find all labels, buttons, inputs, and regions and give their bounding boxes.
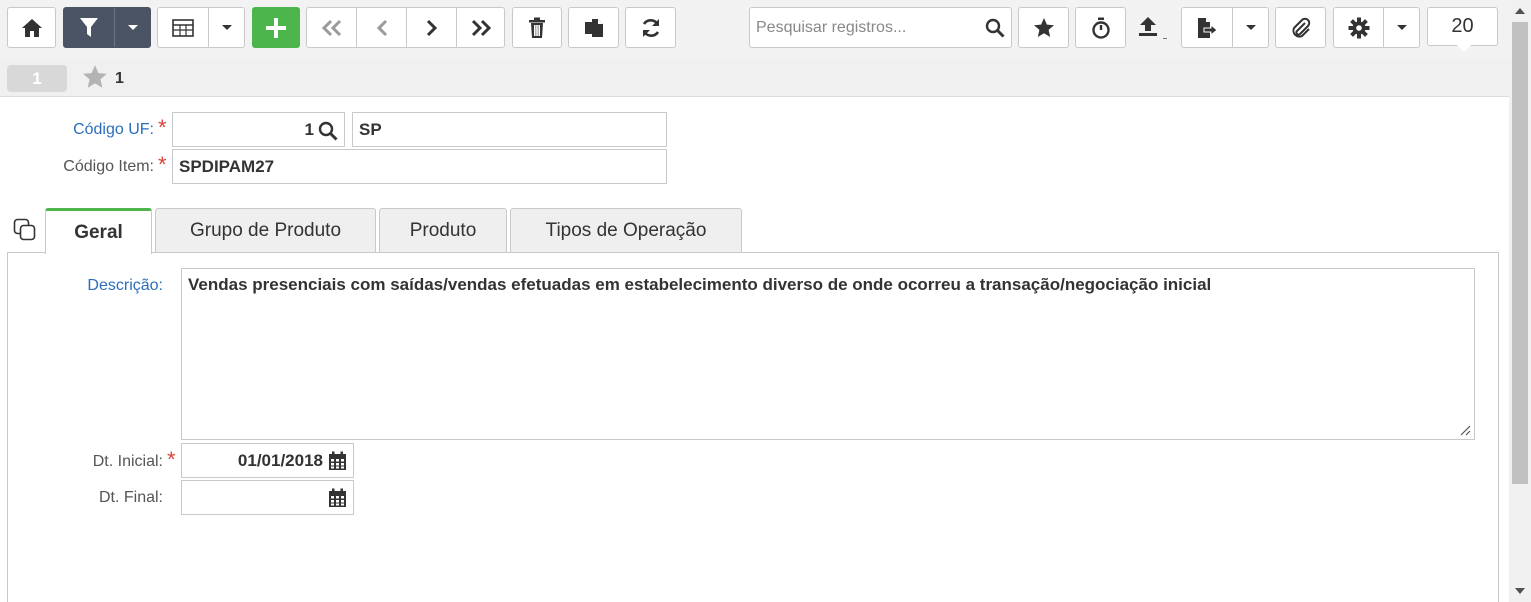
- tab-grupo-de-produto[interactable]: Grupo de Produto: [155, 208, 376, 253]
- home-icon: [21, 18, 42, 37]
- table-icon: [172, 18, 194, 37]
- double-chevron-left-icon: [321, 19, 341, 36]
- favorite-button[interactable]: [1018, 7, 1069, 48]
- double-chevron-right-icon: [471, 19, 492, 36]
- tab-geral[interactable]: Geral: [45, 208, 152, 254]
- codigo-uf-value: 1: [304, 119, 314, 139]
- codigo-uf-description-value: SP: [359, 119, 382, 139]
- duplicate-button[interactable]: [568, 7, 619, 48]
- first-record-button[interactable]: [307, 8, 356, 47]
- settings-button-group: [1333, 7, 1420, 48]
- filter-button[interactable]: [64, 8, 114, 47]
- stopwatch-icon: [1091, 17, 1110, 39]
- caret-down-icon: [1397, 25, 1407, 30]
- filter-button-group: [63, 7, 151, 48]
- codigo-uf-description: SP: [352, 112, 667, 147]
- vertical-scrollbar[interactable]: [1509, 0, 1531, 602]
- dt-inicial-required-star: *: [167, 447, 176, 472]
- paperclip-icon: [1291, 17, 1310, 38]
- calendar-icon[interactable]: [328, 488, 347, 508]
- upload-button[interactable]: [1130, 7, 1176, 48]
- gear-icon: [1348, 17, 1369, 38]
- home-button[interactable]: [7, 7, 56, 48]
- filter-menu-button[interactable]: [115, 8, 151, 47]
- scrollbar-thumb[interactable]: [1512, 22, 1528, 484]
- add-button[interactable]: [252, 7, 300, 48]
- page-size-pointer: [1457, 45, 1471, 52]
- settings-button[interactable]: [1334, 8, 1383, 47]
- tab-produto[interactable]: Produto: [379, 208, 507, 253]
- dt-final-label: Dt. Final:: [98, 489, 163, 506]
- search-icon[interactable]: [318, 121, 338, 141]
- export-menu-button[interactable]: [1233, 8, 1269, 47]
- dt-final-field[interactable]: [181, 480, 354, 515]
- attach-button[interactable]: [1275, 7, 1326, 48]
- favorite-star-icon[interactable]: [82, 64, 108, 89]
- refresh-icon: [642, 18, 659, 37]
- tab-tipos-de-operacao[interactable]: Tipos de Operação: [510, 208, 742, 253]
- scroll-up-arrow-icon[interactable]: [1515, 8, 1525, 14]
- refresh-button[interactable]: [625, 7, 676, 48]
- chevron-right-icon: [426, 19, 437, 36]
- record-navigation: [306, 7, 505, 48]
- export-button[interactable]: [1182, 8, 1232, 47]
- copy-icon: [584, 18, 603, 37]
- caret-down-icon: [128, 25, 138, 30]
- dt-inicial-field[interactable]: 01/01/2018: [181, 443, 354, 478]
- chevron-left-icon: [376, 19, 387, 36]
- search-icon[interactable]: [985, 18, 1005, 38]
- file-export-icon: [1198, 17, 1218, 38]
- caret-down-icon: [1246, 25, 1256, 30]
- search-box: [749, 7, 1012, 48]
- export-button-group: [1181, 7, 1269, 48]
- codigo-item-field[interactable]: SPDIPAM27: [172, 149, 667, 184]
- plus-icon: [266, 17, 286, 38]
- timer-button[interactable]: [1075, 7, 1126, 48]
- dt-inicial-value: 01/01/2018: [237, 450, 323, 470]
- resize-handle-icon[interactable]: [1459, 424, 1471, 436]
- calendar-icon[interactable]: [328, 451, 347, 471]
- search-input[interactable]: [750, 9, 975, 46]
- delete-button[interactable]: [512, 7, 562, 48]
- record-number-badge[interactable]: 1: [7, 65, 67, 92]
- descricao-label[interactable]: Descrição:: [87, 277, 163, 295]
- toolbar: 20: [0, 0, 1509, 59]
- scroll-down-arrow-icon[interactable]: [1515, 588, 1525, 594]
- codigo-uf-field[interactable]: 1: [172, 112, 345, 147]
- grid-view-button-group: [157, 7, 245, 48]
- grid-menu-button[interactable]: [209, 8, 245, 47]
- caret-down-icon: [222, 25, 232, 30]
- trash-icon: [529, 17, 545, 38]
- page-size-selector[interactable]: 20: [1427, 7, 1498, 46]
- last-record-button[interactable]: [457, 8, 505, 47]
- previous-record-button[interactable]: [357, 8, 406, 47]
- record-bar: [0, 59, 1509, 97]
- codigo-uf-label[interactable]: Código UF:: [73, 121, 154, 139]
- codigo-item-label: Código Item:: [63, 158, 154, 175]
- settings-menu-button[interactable]: [1384, 8, 1420, 47]
- descricao-value: Vendas presenciais com saídas/vendas efe…: [188, 275, 1212, 294]
- filter-icon: [80, 17, 98, 37]
- codigo-item-value: SPDIPAM27: [179, 156, 275, 176]
- star-icon: [1033, 18, 1054, 37]
- next-record-button[interactable]: [407, 8, 456, 47]
- codigo-uf-required-star: *: [158, 115, 167, 140]
- dt-inicial-label: Dt. Inicial:: [92, 453, 163, 470]
- copy-tabs-icon[interactable]: [13, 218, 37, 242]
- codigo-item-required-star: *: [158, 152, 167, 177]
- descricao-textarea[interactable]: Vendas presenciais com saídas/vendas efe…: [181, 268, 1475, 440]
- favorite-count: 1: [115, 70, 124, 87]
- grid-view-button[interactable]: [158, 8, 208, 47]
- upload-icon: [1139, 16, 1167, 39]
